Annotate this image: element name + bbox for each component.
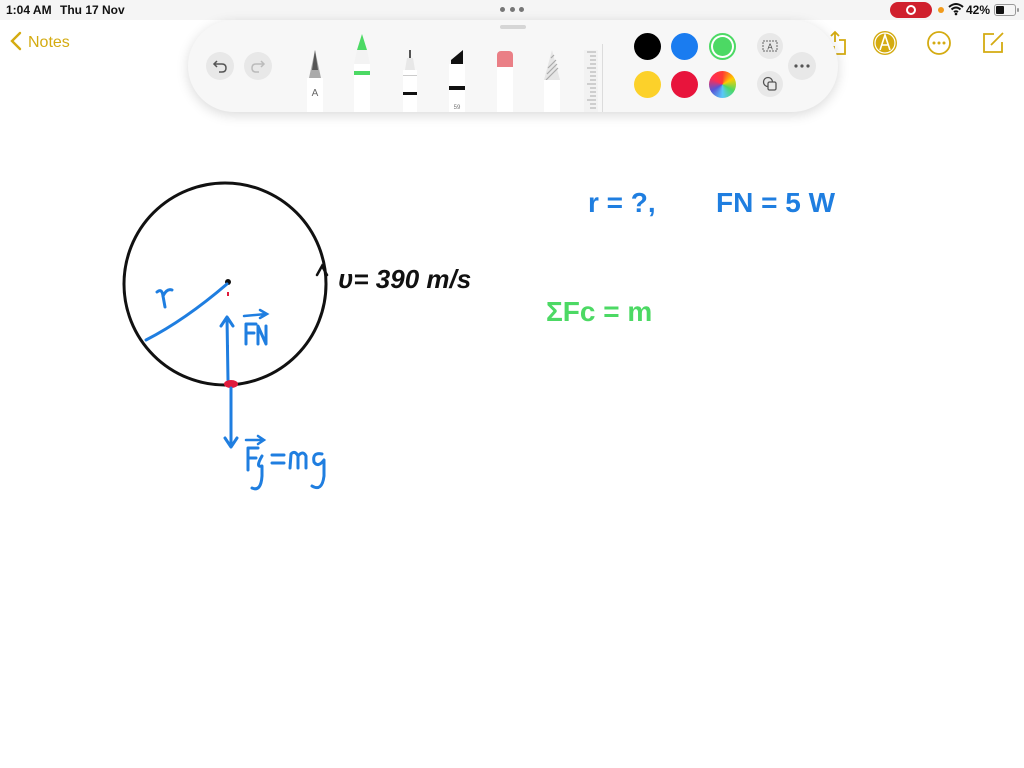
redo-icon [251, 60, 266, 73]
mic-indicator-icon [938, 7, 944, 13]
status-date: Thu 17 Nov [60, 3, 125, 17]
velocity-label: υ= 390 m/s [338, 264, 471, 294]
pen-tool-label: A [312, 88, 319, 99]
markup-icon[interactable] [872, 30, 898, 56]
given-normal-force: FN = 5 W [716, 187, 836, 218]
text-box-button[interactable]: A [757, 33, 783, 59]
status-time: 1:04 AM [6, 3, 52, 17]
ellipsis-icon [794, 64, 810, 68]
svg-text:A: A [767, 43, 773, 52]
shapes-icon [762, 76, 777, 91]
given-radius: r = ?, [588, 187, 656, 218]
fn-label [244, 322, 268, 346]
multitasking-dots-icon[interactable] [500, 7, 524, 13]
sum-of-forces: ΣFc = m [546, 296, 652, 327]
fineliner-tool[interactable] [398, 30, 422, 112]
drawing-canvas[interactable]: υ= 390 m/s r = ?, FN = 5 W ΣFc = m [0, 112, 1024, 768]
color-swatch-green-selected[interactable] [709, 33, 736, 60]
redo-button[interactable] [244, 52, 272, 80]
compose-icon[interactable] [980, 30, 1006, 56]
eraser-tool[interactable] [493, 30, 517, 112]
undo-button[interactable] [206, 52, 234, 80]
radius-label-r [155, 288, 174, 309]
back-label: Notes [28, 33, 70, 51]
pencil-tool[interactable] [540, 30, 564, 112]
pen-tool[interactable]: A [303, 30, 327, 112]
gravity-arrow [223, 386, 239, 449]
palette-grabber-handle[interactable] [500, 25, 526, 29]
fg-label [246, 446, 264, 491]
shapes-button[interactable] [757, 71, 783, 97]
normal-force-arrow [219, 315, 235, 382]
highlighter-tool[interactable]: 59 [445, 30, 469, 112]
color-swatch-black[interactable] [634, 33, 661, 60]
marker-tool[interactable] [350, 14, 374, 112]
text-box-icon: A [762, 40, 778, 52]
battery-icon [994, 4, 1019, 16]
color-swatch-blue[interactable] [671, 33, 698, 60]
color-swatch-red[interactable] [671, 71, 698, 98]
screen-recording-indicator-icon[interactable] [890, 2, 932, 18]
highlighter-tool-label: 59 [454, 105, 461, 111]
mg-label [288, 450, 326, 490]
wifi-icon [948, 2, 964, 19]
chevron-left-icon [10, 31, 22, 54]
color-picker-multicolor[interactable] [709, 71, 736, 98]
battery-percent: 42% [966, 3, 991, 17]
fn-vector-arrow [242, 308, 270, 320]
equals-sign [270, 453, 286, 465]
back-button[interactable]: Notes [10, 31, 70, 54]
color-swatch-yellow[interactable] [634, 71, 661, 98]
palette-divider [602, 44, 603, 112]
more-options-icon[interactable] [926, 30, 952, 56]
undo-icon [212, 60, 227, 73]
palette-more-button[interactable] [788, 52, 816, 80]
fg-vector-arrow [244, 434, 267, 446]
ruler-tool[interactable] [584, 30, 598, 112]
status-bar: 1:04 AM Thu 17 Nov 42% [0, 0, 1024, 20]
